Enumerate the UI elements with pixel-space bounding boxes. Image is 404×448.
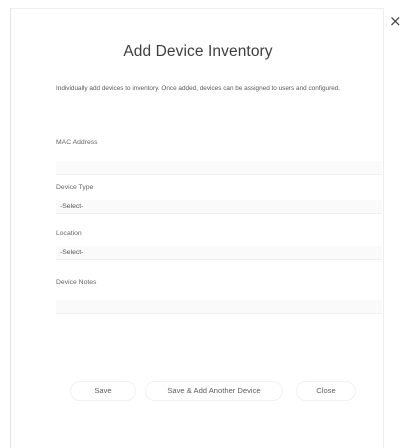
location-label: Location [56,230,82,237]
dialog-description: Individually add devices to inventory. O… [56,85,341,92]
mac-address-label: MAC Address [56,139,98,146]
save-button[interactable]: Save [70,381,136,401]
location-select[interactable]: -Select- [56,246,382,260]
add-device-dialog: Add Device Inventory Individually add de… [10,8,384,448]
save-add-another-button[interactable]: Save & Add Another Device [145,381,283,401]
close-icon[interactable]: × [389,14,402,29]
mac-address-input[interactable] [56,161,382,175]
device-notes-input[interactable] [56,300,382,314]
device-type-label: Device Type [56,184,94,191]
device-notes-label: Device Notes [56,279,97,286]
device-type-select[interactable]: -Select- [56,200,382,214]
close-button[interactable]: Close [296,381,356,401]
dialog-title: Add Device Inventory [123,43,273,60]
